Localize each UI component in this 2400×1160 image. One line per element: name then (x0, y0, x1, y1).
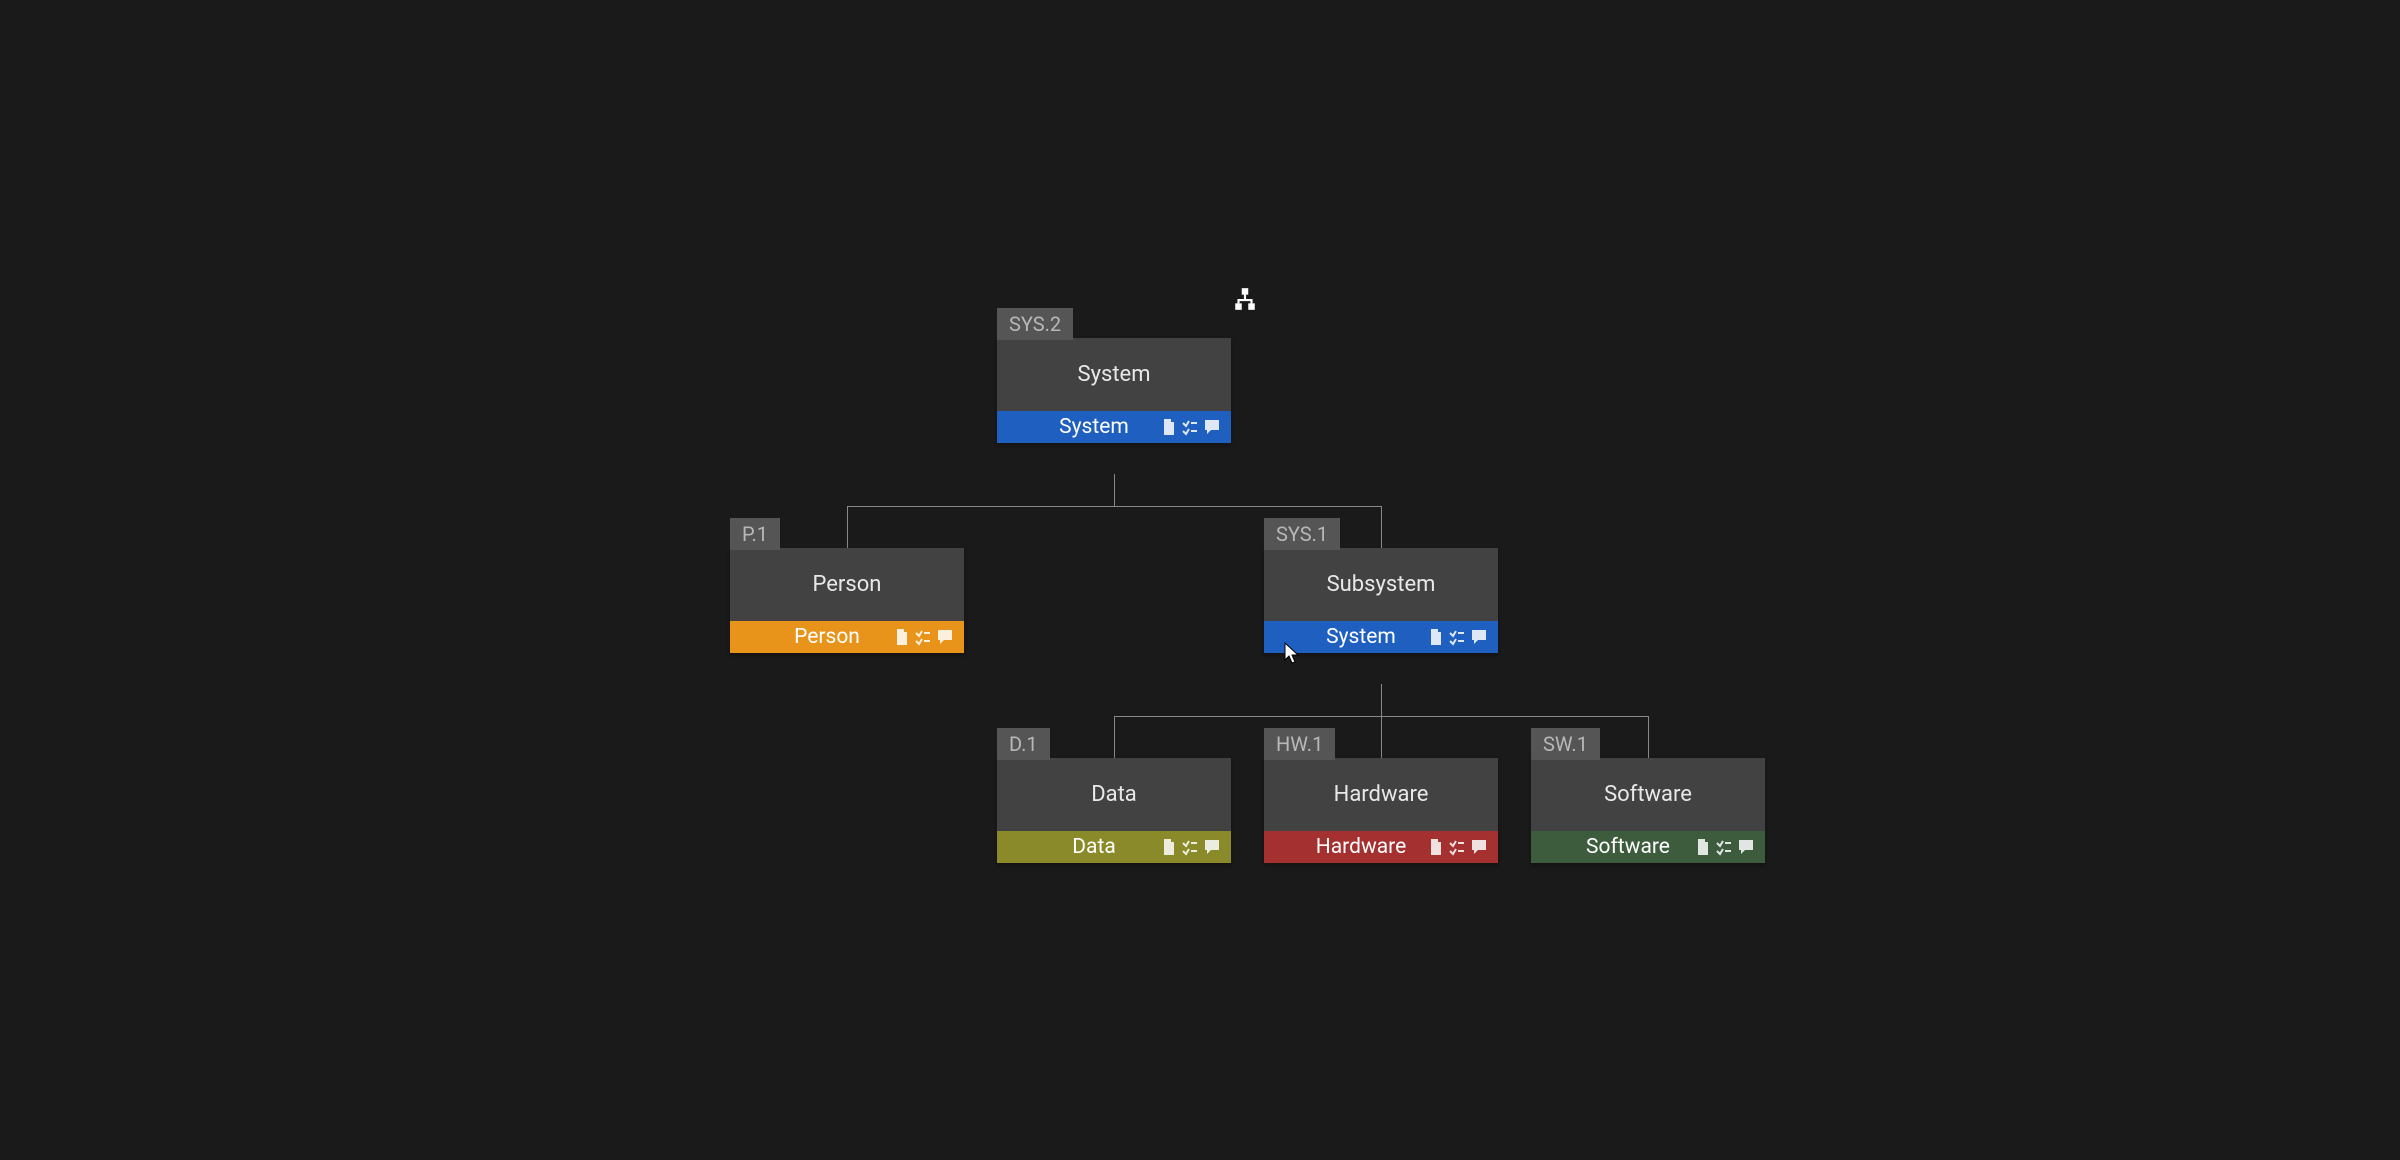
node-type-label: Person (740, 625, 894, 649)
diagram-canvas[interactable]: SYS.2 System System P.1 Person Person (0, 0, 2400, 1160)
document-icon (894, 628, 910, 646)
node-tag: D.1 (997, 728, 1050, 760)
checklist-icon (1448, 838, 1466, 856)
comment-icon (1737, 838, 1755, 856)
node-tag: SW.1 (1531, 728, 1600, 760)
document-icon (1428, 838, 1444, 856)
connector (847, 506, 848, 548)
node-title: Hardware (1264, 758, 1498, 831)
node-subsystem[interactable]: SYS.1 Subsystem System (1264, 548, 1498, 653)
node-footer: Software (1531, 831, 1765, 863)
checklist-icon (1448, 628, 1466, 646)
checklist-icon (1181, 838, 1199, 856)
document-icon (1695, 838, 1711, 856)
node-type-label: Hardware (1274, 835, 1428, 859)
node-type-label: Software (1541, 835, 1695, 859)
comment-icon (1470, 838, 1488, 856)
checklist-icon (1181, 418, 1199, 436)
node-title: Person (730, 548, 964, 621)
connector (1381, 684, 1382, 716)
node-footer: Hardware (1264, 831, 1498, 863)
connector (1114, 474, 1115, 506)
node-data[interactable]: D.1 Data Data (997, 758, 1231, 863)
document-icon (1428, 628, 1444, 646)
hierarchy-icon (1232, 286, 1258, 316)
node-title: System (997, 338, 1231, 411)
connector (1381, 716, 1382, 758)
comment-icon (1203, 418, 1221, 436)
comment-icon (1470, 628, 1488, 646)
connector (1114, 716, 1115, 758)
node-title: Subsystem (1264, 548, 1498, 621)
node-tag: P.1 (730, 518, 780, 550)
node-type-label: Data (1007, 835, 1161, 859)
node-hardware[interactable]: HW.1 Hardware Hardware (1264, 758, 1498, 863)
checklist-icon (914, 628, 932, 646)
checklist-icon (1715, 838, 1733, 856)
node-title: Data (997, 758, 1231, 831)
node-footer: Person (730, 621, 964, 653)
connector (1381, 506, 1382, 548)
node-footer: Data (997, 831, 1231, 863)
document-icon (1161, 418, 1177, 436)
node-type-label: System (1274, 625, 1428, 649)
node-person[interactable]: P.1 Person Person (730, 548, 964, 653)
document-icon (1161, 838, 1177, 856)
node-footer: System (997, 411, 1231, 443)
node-software[interactable]: SW.1 Software Software (1531, 758, 1765, 863)
node-title: Software (1531, 758, 1765, 831)
node-system-root[interactable]: SYS.2 System System (997, 338, 1231, 443)
comment-icon (1203, 838, 1221, 856)
node-type-label: System (1007, 415, 1161, 439)
comment-icon (936, 628, 954, 646)
node-tag: SYS.2 (997, 308, 1073, 340)
connector (1648, 716, 1649, 758)
node-tag: SYS.1 (1264, 518, 1340, 550)
connector (847, 506, 1382, 507)
node-tag: HW.1 (1264, 728, 1335, 760)
node-footer: System (1264, 621, 1498, 653)
